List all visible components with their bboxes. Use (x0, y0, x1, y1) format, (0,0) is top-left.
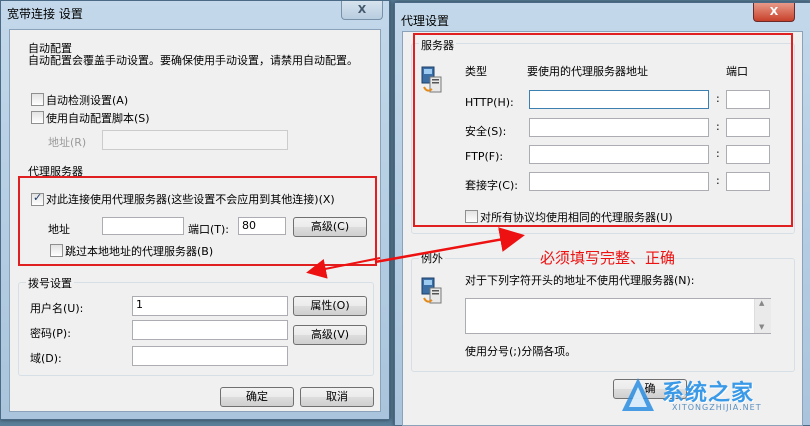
watermark-subtext: XITONGZHIJIA.NET (672, 403, 762, 412)
annotation-arrows (306, 227, 525, 279)
watermark-logo-icon (622, 378, 654, 411)
annotation-text: 必须填写完整、正确 (540, 249, 676, 267)
arrow-to-servers (374, 227, 525, 264)
arrow-from-proxy (306, 257, 381, 279)
watermark: 系统之家 XITONGZHIJIA.NET (618, 371, 806, 421)
